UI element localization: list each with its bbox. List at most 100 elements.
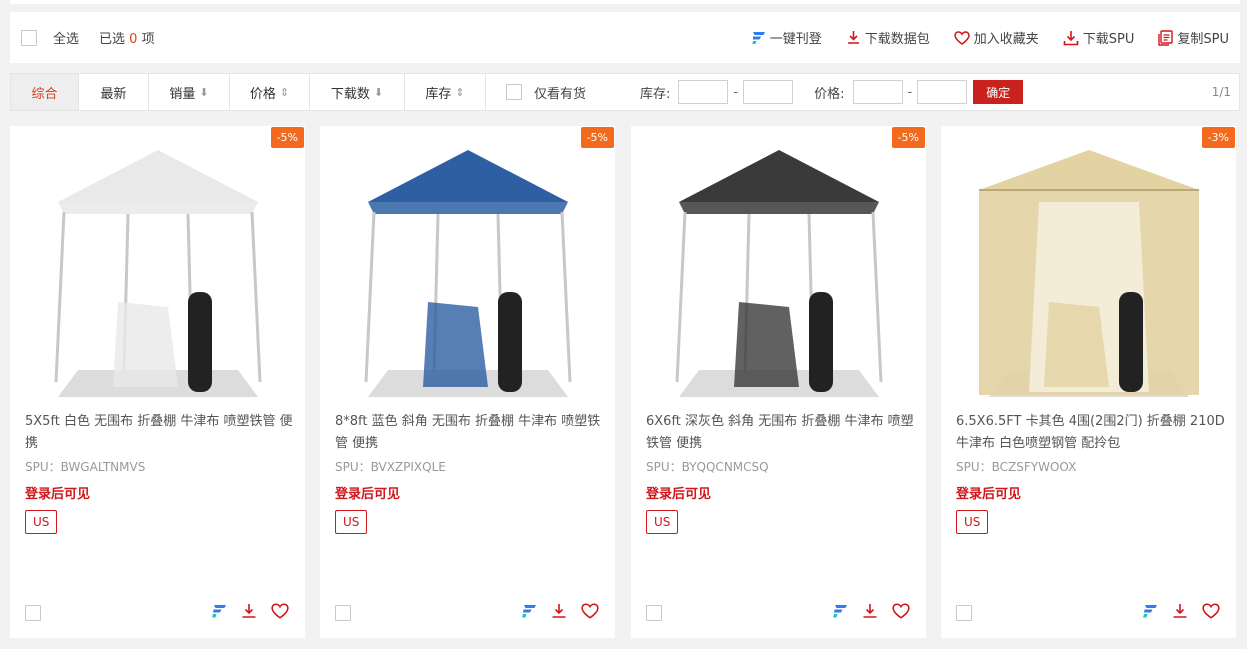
download-icon[interactable] <box>862 603 878 619</box>
product-spu: SPU：BYQQCNMCSQ <box>646 460 769 474</box>
range-dash: - <box>733 84 739 100</box>
product-card[interactable]: -3% 6.5X6.5FT 卡其色 4围(2围2门) 折叠棚 210D牛津布 白… <box>941 126 1236 638</box>
sort-tab-comprehensive[interactable]: 综合 <box>11 74 79 110</box>
filter-bar: 综合 最新 销量 ⬇ 价格 ⇕ 下载数 ⬇ 库存 ⇕ 仅看有货 库存: - 价格: - … <box>10 73 1240 111</box>
sort-tab-label: 最新 <box>100 86 127 102</box>
price-range-label: 价格: <box>814 86 845 102</box>
login-to-view-price[interactable]: 登录后可见 <box>25 483 90 502</box>
product-title[interactable]: 8*8ft 蓝色 斜角 无围布 折叠棚 牛津布 喷塑铁管 便携 <box>335 411 605 455</box>
selected-count: 0 <box>129 32 138 47</box>
product-image[interactable] <box>24 138 291 408</box>
one-click-publish-button[interactable]: 一键刊登 <box>751 28 822 47</box>
stock-max-input[interactable] <box>743 80 794 104</box>
region-tag: US <box>335 510 368 534</box>
in-stock-label: 仅看有货 <box>534 86 587 102</box>
heart-icon[interactable] <box>1202 603 1220 619</box>
sort-tab-stock[interactable]: 库存 ⇕ <box>405 74 486 110</box>
sort-tab-sales[interactable]: 销量 ⬇ <box>149 74 230 110</box>
product-image[interactable] <box>955 138 1222 408</box>
add-to-favorites-label: 加入收藏夹 <box>973 32 1039 47</box>
price-min-input[interactable] <box>852 80 903 104</box>
selected-count-text: 已选 0 项 <box>99 28 155 47</box>
download-package-button[interactable]: 下载数据包 <box>846 28 930 47</box>
discount-badge: -5% <box>891 127 925 148</box>
price-max-input[interactable] <box>917 80 968 104</box>
in-stock-checkbox[interactable] <box>506 84 522 100</box>
product-image[interactable] <box>334 138 601 408</box>
page-indicator: 1/1 <box>1211 85 1231 99</box>
sort-both-icon: ⇕ <box>279 85 290 99</box>
download-spu-button[interactable]: 下载SPU <box>1063 28 1135 47</box>
download-icon <box>846 30 861 45</box>
stock-min-input[interactable] <box>678 80 729 104</box>
download-icon[interactable] <box>241 603 257 619</box>
download-icon[interactable] <box>1172 603 1188 619</box>
top-strip <box>10 0 1240 4</box>
stock-range-label: 库存: <box>640 86 671 102</box>
region-tag: US <box>646 510 679 534</box>
add-to-favorites-button[interactable]: 加入收藏夹 <box>954 28 1039 47</box>
product-checkbox[interactable] <box>646 605 662 621</box>
product-checkbox[interactable] <box>25 605 41 621</box>
publish-icon[interactable] <box>521 604 537 618</box>
select-all-label[interactable]: 全选 <box>53 28 79 47</box>
sort-both-icon: ⇕ <box>455 85 465 99</box>
product-spu: SPU：BWGALTNMVS <box>25 460 146 474</box>
sort-tab-label: 综合 <box>31 86 58 102</box>
discount-badge: -5% <box>580 127 614 148</box>
publish-icon[interactable] <box>211 604 227 618</box>
card-actions <box>1128 603 1220 619</box>
product-card[interactable]: -5% 8*8ft 蓝色 斜角 无围布 折叠棚 牛津布 喷塑铁管 便携 SPU：… <box>320 126 615 638</box>
publish-icon <box>751 31 766 44</box>
sort-tab-label: 库存 <box>425 86 452 102</box>
product-image[interactable] <box>645 138 912 408</box>
card-actions <box>818 603 910 619</box>
product-spu: SPU：BVXZPIXQLE <box>335 460 446 474</box>
price-range: 价格: - 确定 <box>814 80 1024 104</box>
stock-range: 库存: - <box>640 80 794 104</box>
sort-tab-label: 价格 <box>249 86 276 102</box>
download-package-label: 下载数据包 <box>864 32 930 47</box>
download-icon <box>1063 30 1079 46</box>
product-checkbox[interactable] <box>956 605 972 621</box>
login-to-view-price[interactable]: 登录后可见 <box>335 483 400 502</box>
sort-tab-downloads[interactable]: 下载数 ⬇ <box>310 74 405 110</box>
heart-icon <box>954 30 970 45</box>
heart-icon[interactable] <box>581 603 599 619</box>
heart-icon[interactable] <box>271 603 289 619</box>
selection-bar: 全选 已选 0 项 一键刊登 下载数据包 加入收藏夹 下载SPU 复制SPU <box>10 12 1240 63</box>
sort-desc-icon: ⬇ <box>199 85 209 99</box>
download-spu-label: 下载SPU <box>1082 32 1135 47</box>
heart-icon[interactable] <box>892 603 910 619</box>
product-card[interactable]: -5% 6X6ft 深灰色 斜角 无围布 折叠棚 牛津布 喷塑铁管 便携 SPU… <box>631 126 926 638</box>
in-stock-filter[interactable]: 仅看有货 <box>506 83 586 102</box>
range-dash: - <box>907 84 913 100</box>
product-checkbox[interactable] <box>335 605 351 621</box>
product-title[interactable]: 5X5ft 白色 无围布 折叠棚 牛津布 喷塑铁管 便携 <box>25 411 295 455</box>
select-all-checkbox[interactable] <box>21 29 37 46</box>
product-spu: SPU：BCZSFYWOOX <box>956 460 1077 474</box>
sort-tab-price[interactable]: 价格 ⇕ <box>230 74 310 110</box>
publish-icon[interactable] <box>1142 604 1158 618</box>
region-tag: US <box>25 510 58 534</box>
one-click-publish-label: 一键刊登 <box>769 32 822 47</box>
login-to-view-price[interactable]: 登录后可见 <box>956 483 1021 502</box>
bulk-actions: 一键刊登 下载数据包 加入收藏夹 下载SPU 复制SPU <box>751 28 1229 47</box>
sort-tab-label: 销量 <box>169 86 196 102</box>
sort-tab-label: 下载数 <box>330 86 370 102</box>
selected-prefix: 已选 <box>99 32 126 47</box>
download-icon[interactable] <box>551 603 567 619</box>
product-title[interactable]: 6.5X6.5FT 卡其色 4围(2围2门) 折叠棚 210D牛津布 白色喷塑钢… <box>956 411 1226 455</box>
selected-suffix: 项 <box>141 32 155 47</box>
copy-icon <box>1158 29 1174 46</box>
product-title[interactable]: 6X6ft 深灰色 斜角 无围布 折叠棚 牛津布 喷塑铁管 便携 <box>646 411 916 455</box>
sort-desc-icon: ⬇ <box>373 85 384 99</box>
card-actions <box>197 603 289 619</box>
login-to-view-price[interactable]: 登录后可见 <box>646 483 711 502</box>
publish-icon[interactable] <box>832 604 848 618</box>
discount-badge: -5% <box>270 127 304 148</box>
copy-spu-button[interactable]: 复制SPU <box>1158 28 1229 47</box>
confirm-filter-button[interactable]: 确定 <box>973 80 1024 104</box>
product-card[interactable]: -5% 5X5ft 白色 无围布 折叠棚 牛津布 喷塑铁管 便携 SPU：BWG… <box>10 126 305 638</box>
sort-tab-newest[interactable]: 最新 <box>79 74 149 110</box>
